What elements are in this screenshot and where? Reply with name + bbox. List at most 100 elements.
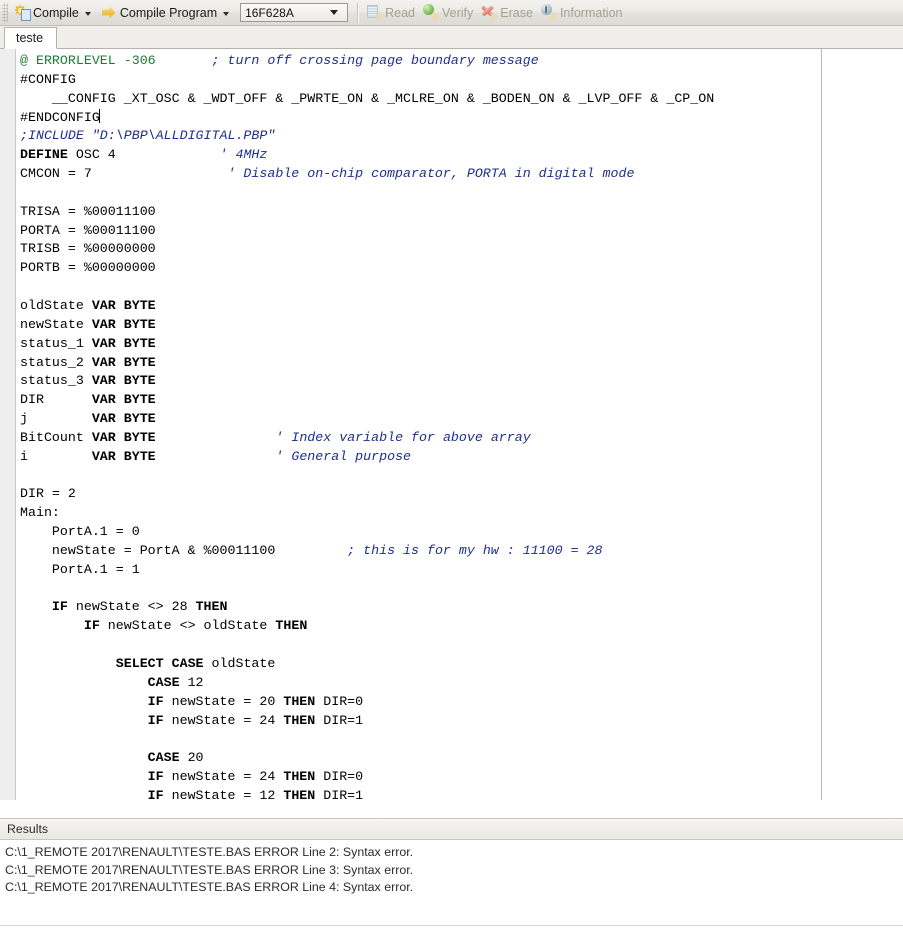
erase-button-label: Erase	[500, 5, 533, 20]
editor-line[interactable]: PortA.1 = 1	[20, 561, 900, 580]
code-text: status_2	[20, 354, 92, 370]
editor-line[interactable]: SELECT CASE oldState	[20, 655, 900, 674]
code-text: newState = 20	[163, 693, 284, 709]
compile-dropdown-chevron-down-icon[interactable]	[84, 11, 91, 16]
code-text: newState = 24	[163, 769, 284, 785]
editor-line[interactable]: __CONFIG _XT_OSC & _WDT_OFF & _PWRTE_ON …	[20, 90, 900, 109]
code-keyword: VAR BYTE	[91, 429, 156, 445]
results-bottom-divider	[0, 925, 903, 926]
code-text: DIR=1	[315, 712, 364, 728]
code-keyword: IF	[51, 599, 68, 615]
code-text: status_1	[20, 335, 92, 351]
editor-line[interactable]: IF newState = 12 THEN DIR=1	[20, 787, 900, 806]
editor-line[interactable]: #CONFIG	[20, 71, 900, 90]
editor-line[interactable]: PORTB = %00000000	[20, 259, 900, 278]
editor-line[interactable]: TRISA = %00011100	[20, 203, 900, 222]
erase-button[interactable]: Erase	[478, 2, 538, 24]
compile-program-button-label: Compile Program	[119, 5, 218, 20]
code-directive: @ ERRORLEVEL -306	[20, 53, 156, 68]
code-text: newState = 12	[163, 787, 284, 803]
editor-line[interactable]: IF newState = 24 THEN DIR=1	[20, 712, 900, 731]
editor-line[interactable]: DIR = 2	[20, 485, 900, 504]
list-item[interactable]: C:\1_REMOTE 2017\RENAULT\TESTE.BAS ERROR…	[5, 862, 903, 880]
information-button[interactable]: Information	[538, 2, 628, 24]
toolbar-separator	[357, 2, 360, 23]
code-keyword: THEN	[283, 787, 316, 803]
code-comment: ' Index variable for above array	[275, 429, 531, 445]
editor-gutter	[0, 49, 16, 800]
compile-program-button[interactable]: Compile Program	[98, 2, 236, 24]
editor-line[interactable]: CASE 20	[20, 749, 900, 768]
tab-teste-label: teste	[16, 31, 44, 45]
editor-line[interactable]: j VAR BYTE	[20, 410, 900, 429]
editor-line[interactable]: newState = PortA & %00011100 ; this is f…	[20, 542, 900, 561]
compile-button[interactable]: Compile	[11, 2, 98, 24]
code-comment: ' General purpose	[275, 448, 412, 464]
code-text: status_3	[20, 373, 92, 389]
results-panel-title: Results	[7, 822, 49, 836]
editor-line[interactable]: status_2 VAR BYTE	[20, 354, 900, 373]
editor-line[interactable]: ​	[20, 730, 900, 749]
editor-line[interactable]: #ENDCONFIG	[20, 108, 900, 128]
editor-line[interactable]: IF newState <> 28 THEN	[20, 598, 900, 617]
code-text: PORTA = %00011100	[20, 222, 156, 238]
editor-code-text[interactable]: @ ERRORLEVEL -306 ; turn off crossing pa…	[20, 52, 900, 806]
code-text: CMCON = 7	[20, 166, 228, 182]
editor-line[interactable]: PortA.1 = 0	[20, 523, 900, 542]
code-text: DIR=1	[315, 787, 364, 803]
editor-line[interactable]: ​	[20, 278, 900, 297]
editor-line[interactable]: ;INCLUDE "D:\PBP\ALLDIGITAL.PBP"	[20, 127, 900, 146]
editor-line[interactable]: PORTA = %00011100	[20, 222, 900, 241]
code-editor[interactable]: @ ERRORLEVEL -306 ; turn off crossing pa…	[0, 49, 903, 809]
editor-line[interactable]: ​	[20, 184, 900, 203]
code-keyword: IF	[147, 693, 164, 709]
editor-line[interactable]: newState VAR BYTE	[20, 316, 900, 335]
code-keyword: VAR BYTE	[91, 335, 156, 351]
editor-line[interactable]: Main:	[20, 504, 900, 523]
code-text: TRISA = %00011100	[20, 203, 156, 219]
editor-line[interactable]: ​	[20, 467, 900, 486]
code-text: PORTB = %00000000	[20, 260, 156, 276]
device-select[interactable]: 16F628A	[240, 3, 349, 22]
editor-line[interactable]: DEFINE OSC 4 ' 4MHz	[20, 146, 900, 165]
editor-line[interactable]: IF newState = 24 THEN DIR=0	[20, 768, 900, 787]
editor-line[interactable]: DIR VAR BYTE	[20, 391, 900, 410]
editor-line[interactable]: i VAR BYTE ' General purpose	[20, 448, 900, 467]
verify-button[interactable]: Verify	[420, 2, 478, 24]
editor-line[interactable]: IF newState = 20 THEN DIR=0	[20, 693, 900, 712]
editor-line[interactable]: oldState VAR BYTE	[20, 297, 900, 316]
code-keyword: VAR BYTE	[91, 373, 156, 389]
editor-line[interactable]: BitCount VAR BYTE ' Index variable for a…	[20, 429, 900, 448]
editor-line[interactable]: status_1 VAR BYTE	[20, 335, 900, 354]
list-item[interactable]: C:\1_REMOTE 2017\RENAULT\TESTE.BAS ERROR…	[5, 844, 903, 862]
editor-line[interactable]: @ ERRORLEVEL -306 ; turn off crossing pa…	[20, 52, 900, 71]
chevron-down-icon[interactable]	[330, 10, 339, 15]
editor-line[interactable]: ​	[20, 580, 900, 599]
code-text: newState <> oldState	[99, 618, 276, 634]
document-tab-strip: teste	[0, 26, 903, 49]
list-item[interactable]: C:\1_REMOTE 2017\RENAULT\TESTE.BAS ERROR…	[5, 879, 903, 897]
code-text: i	[20, 448, 92, 464]
toolbar-drag-grip[interactable]	[2, 2, 8, 23]
tab-teste[interactable]: teste	[4, 27, 58, 49]
compile-gear-page-icon	[14, 4, 31, 21]
code-text: 12	[179, 674, 204, 690]
code-keyword: DEFINE	[20, 147, 68, 163]
editor-line[interactable]: status_3 VAR BYTE	[20, 372, 900, 391]
read-button[interactable]: Read	[363, 2, 420, 24]
editor-line[interactable]: CASE 12	[20, 674, 900, 693]
editor-line[interactable]: ​	[20, 636, 900, 655]
editor-line[interactable]: CMCON = 7 ' Disable on-chip comparator, …	[20, 165, 900, 184]
code-text: DIR = 2	[20, 486, 76, 502]
text-caret	[98, 108, 100, 123]
compile-program-dropdown-chevron-down-icon[interactable]	[223, 11, 230, 16]
code-keyword: IF	[147, 712, 164, 728]
editor-line[interactable]: IF newState <> oldState THEN	[20, 617, 900, 636]
editor-line[interactable]: TRISB = %00000000	[20, 240, 900, 259]
